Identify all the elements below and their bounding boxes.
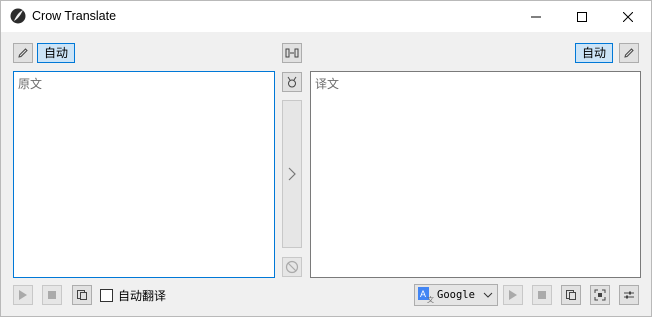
play-icon — [19, 290, 27, 300]
play-icon — [509, 290, 517, 300]
source-text-field[interactable]: 原文 — [13, 71, 275, 278]
translation-language-auto-button[interactable]: 自动 — [575, 43, 614, 63]
play-translation-button[interactable] — [503, 285, 523, 305]
stop-icon — [538, 291, 546, 299]
chevron-right-icon — [288, 167, 296, 181]
google-translate-icon: A 文 — [418, 287, 434, 303]
stop-translation-button[interactable] — [532, 285, 552, 305]
engine-select[interactable]: A 文 Google — [414, 284, 498, 306]
maximize-icon — [577, 11, 587, 22]
translation-placeholder: 译文 — [315, 77, 340, 91]
engine-name: Google — [437, 289, 475, 301]
stop-source-button[interactable] — [42, 285, 62, 305]
cancel-icon — [285, 260, 299, 274]
auto-detect-button[interactable] — [282, 72, 302, 92]
auto-translate-checkbox[interactable] — [100, 288, 113, 302]
window-title: Crow Translate — [32, 9, 117, 23]
auto-translate-label: 自动翻译 — [118, 288, 167, 303]
svg-text:A: A — [420, 289, 426, 299]
source-placeholder: 原文 — [18, 77, 43, 91]
abort-button[interactable] — [282, 257, 302, 277]
minimize-button[interactable] — [513, 1, 559, 32]
svg-text:文: 文 — [427, 295, 434, 303]
screen-capture-button[interactable] — [590, 285, 610, 305]
maximize-button[interactable] — [559, 1, 605, 32]
copy-translation-button[interactable] — [561, 285, 581, 305]
close-icon — [623, 11, 633, 22]
settings-sliders-icon — [624, 291, 634, 299]
edit-source-languages-button[interactable] — [13, 43, 33, 63]
edit-translation-languages-button[interactable] — [619, 43, 639, 63]
pencil-icon — [18, 48, 28, 58]
source-language-auto-button[interactable]: 自动 — [37, 43, 76, 63]
app-window: Crow Translate 自动 自动 原文 译文 自动翻译 A 文 Goog… — [0, 0, 652, 317]
pencil-icon — [624, 48, 634, 58]
minimize-icon — [531, 16, 541, 17]
translation-text-field[interactable]: 译文 — [310, 71, 641, 278]
settings-button[interactable] — [619, 285, 639, 305]
copy-source-button[interactable] — [72, 285, 92, 305]
close-button[interactable] — [605, 1, 651, 32]
title-bar: Crow Translate — [1, 1, 651, 32]
crow-detect-icon — [287, 76, 297, 88]
crow-app-icon — [10, 8, 26, 24]
swap-languages-button[interactable] — [282, 43, 302, 63]
screen-capture-icon — [594, 289, 606, 301]
translate-button[interactable] — [282, 100, 302, 248]
swap-icon — [285, 48, 299, 58]
auto-translate-toggle[interactable]: 自动翻译 — [100, 287, 166, 303]
stop-icon — [48, 291, 56, 299]
copy-icon — [566, 290, 576, 300]
play-source-button[interactable] — [13, 285, 33, 305]
chevron-down-icon — [483, 292, 493, 298]
copy-icon — [77, 290, 87, 300]
